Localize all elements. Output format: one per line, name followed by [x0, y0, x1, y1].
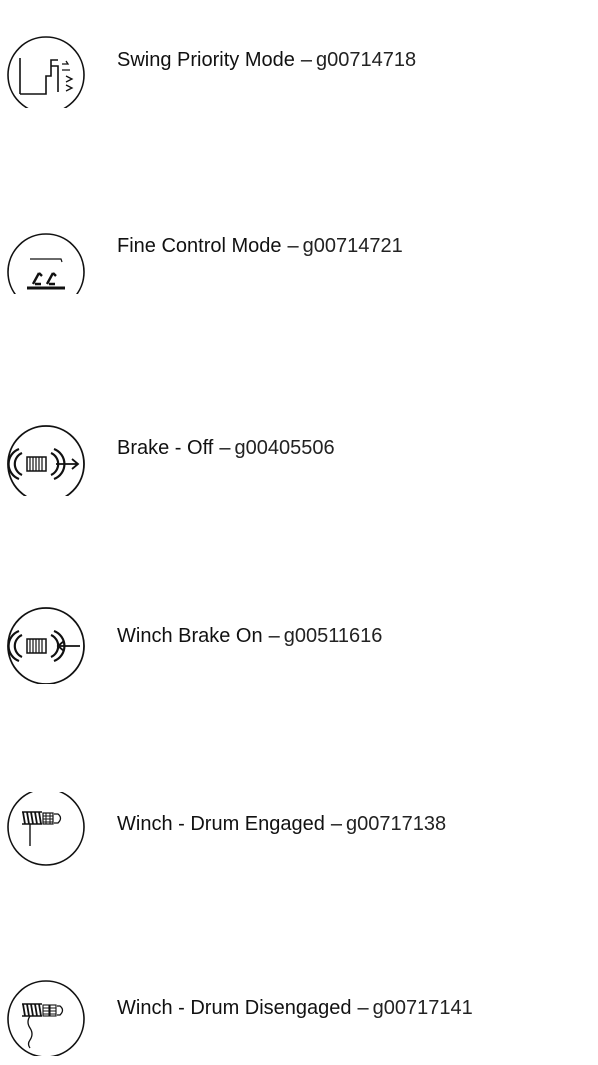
symbol-caption: Fine Control Mode – g00714721	[117, 234, 403, 258]
symbol-entry-winch-drum-engaged: Winch - Drum Engaged – g00717138	[0, 792, 598, 872]
symbol-entry-winch-brake-on: Winch Brake On – g00511616	[0, 604, 598, 684]
caption-separator: –	[219, 437, 231, 459]
brake-off-icon	[6, 416, 86, 496]
symbol-caption: Swing Priority Mode – g00714718	[117, 48, 416, 72]
caption-separator: –	[357, 997, 369, 1019]
graphic-code: g00511616	[283, 625, 383, 647]
symbol-caption: Winch - Drum Engaged – g00717138	[117, 812, 446, 836]
symbol-label: Fine Control Mode	[117, 235, 282, 257]
winch-drum-disengaged-icon	[6, 976, 86, 1056]
fine-control-icon	[6, 214, 86, 294]
winch-brake-on-icon	[6, 604, 86, 684]
symbol-entry-fine-control: Fine Control Mode – g00714721	[0, 214, 598, 294]
graphic-code: g00714718	[315, 49, 417, 71]
graphic-code: g00714721	[302, 235, 403, 257]
symbol-entry-swing-priority: Swing Priority Mode – g00714718	[0, 28, 598, 108]
caption-separator: –	[268, 625, 280, 647]
caption-separator: –	[300, 49, 312, 71]
graphic-code: g00717138	[346, 813, 447, 835]
symbol-label: Swing Priority Mode	[117, 49, 295, 71]
symbol-label: Brake - Off	[117, 437, 214, 459]
symbol-entry-brake-off: Brake - Off – g00405506	[0, 416, 598, 496]
graphic-code: g00717141	[372, 997, 473, 1019]
symbol-caption: Winch - Drum Disengaged – g00717141	[117, 996, 473, 1020]
symbol-caption: Brake - Off – g00405506	[117, 436, 335, 460]
symbol-caption: Winch Brake On – g00511616	[117, 624, 382, 648]
caption-separator: –	[330, 813, 342, 835]
symbol-entry-winch-drum-disengaged: Winch - Drum Disengaged – g00717141	[0, 976, 598, 1056]
caption-separator: –	[287, 235, 299, 257]
winch-drum-engaged-icon	[6, 792, 86, 872]
graphic-code: g00405506	[234, 437, 335, 459]
symbol-label: Winch - Drum Disengaged	[117, 997, 352, 1019]
symbol-label: Winch Brake On	[117, 625, 263, 647]
swing-priority-icon	[6, 28, 86, 108]
symbol-label: Winch - Drum Engaged	[117, 813, 325, 835]
